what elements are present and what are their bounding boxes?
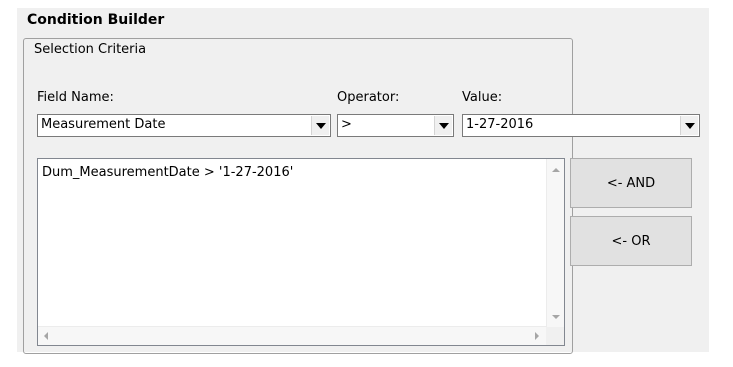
operator-dropdown-button[interactable] — [434, 116, 452, 135]
scroll-up-arrow-icon[interactable] — [552, 168, 560, 172]
scrollbar-corner — [546, 327, 564, 345]
chevron-down-icon — [315, 122, 326, 129]
vertical-scrollbar[interactable] — [546, 159, 564, 327]
value-value: 1-27-2016 — [466, 117, 534, 132]
field-name-dropdown[interactable]: Measurement Date — [37, 114, 331, 137]
field-name-dropdown-button[interactable] — [311, 116, 329, 135]
scroll-right-arrow-icon[interactable] — [535, 332, 539, 340]
scroll-down-arrow-icon[interactable] — [552, 315, 560, 319]
horizontal-scrollbar[interactable] — [38, 326, 547, 345]
operator-value: > — [341, 117, 352, 132]
condition-text-area[interactable]: Dum_MeasurementDate > '1-27-2016' — [37, 158, 565, 346]
field-name-label: Field Name: — [37, 90, 114, 105]
operator-dropdown[interactable]: > — [337, 114, 454, 137]
panel-title: Condition Builder — [27, 12, 165, 28]
field-name-value: Measurement Date — [41, 117, 166, 132]
and-button[interactable]: <- AND — [570, 158, 692, 208]
chevron-down-icon — [438, 122, 449, 129]
selection-criteria-legend: Selection Criteria — [31, 42, 150, 57]
condition-builder-panel: Condition Builder Selection Criteria Fie… — [17, 8, 709, 354]
value-dropdown-button[interactable] — [680, 116, 698, 135]
value-label: Value: — [462, 90, 503, 105]
operator-label: Operator: — [337, 90, 400, 105]
condition-text: Dum_MeasurementDate > '1-27-2016' — [42, 165, 294, 180]
scroll-left-arrow-icon[interactable] — [44, 332, 48, 340]
chevron-down-icon — [684, 122, 695, 129]
value-dropdown[interactable]: 1-27-2016 — [462, 114, 700, 137]
or-button[interactable]: <- OR — [570, 216, 692, 266]
